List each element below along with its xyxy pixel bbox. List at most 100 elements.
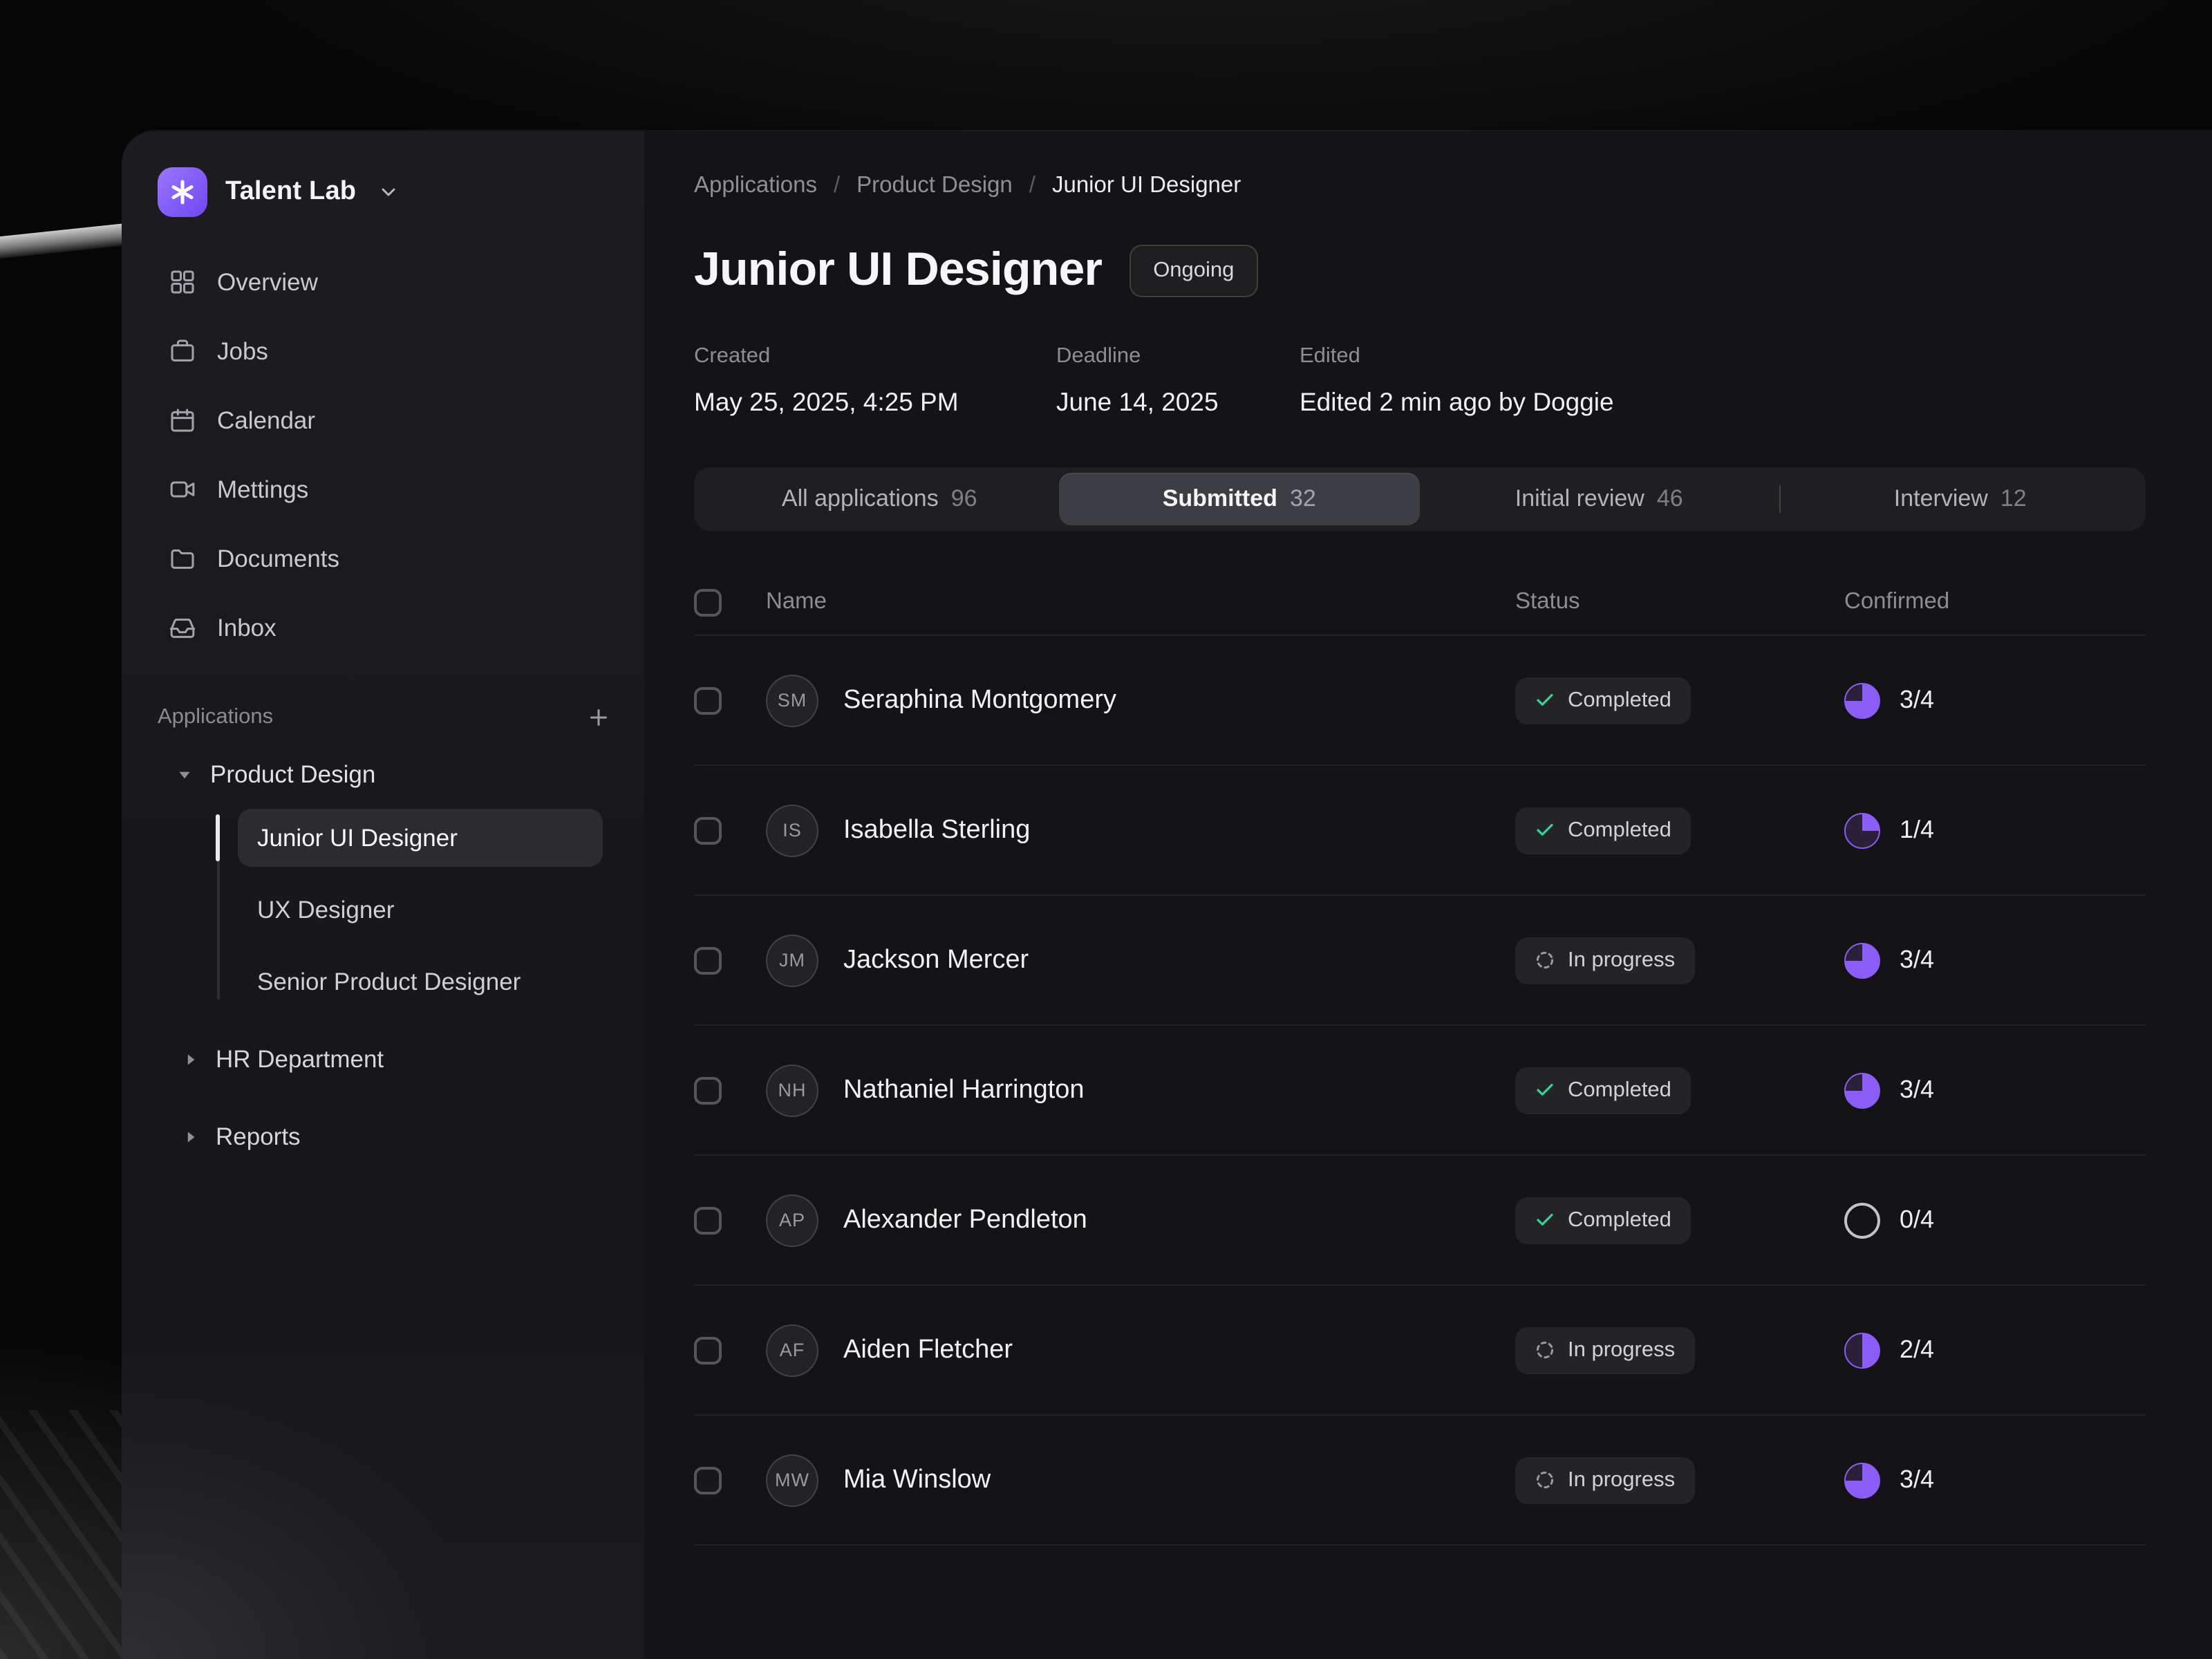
avatar: SM: [766, 674, 818, 727]
group-label: Product Design: [210, 760, 375, 789]
select-all-checkbox[interactable]: [694, 588, 722, 616]
tab-label: Initial review: [1515, 485, 1644, 513]
check-icon: [1535, 690, 1555, 711]
sidebar-item-ux-designer[interactable]: UX Designer: [238, 881, 603, 939]
status-cell: Completed: [1515, 677, 1844, 724]
confirmed-cell: 3/4: [1844, 1462, 2146, 1498]
confirmed-count: 0/4: [1900, 1206, 1934, 1235]
progress-pie-icon: [1844, 682, 1880, 718]
sidebar-group-reports[interactable]: Reports: [158, 1102, 619, 1171]
briefcase-icon: [169, 337, 196, 365]
tab-all-applications[interactable]: All applications 96: [700, 473, 1060, 525]
sidebar-item-label: Mettings: [217, 475, 308, 504]
confirmed-cell: 3/4: [1844, 942, 2146, 978]
status-cell: Completed: [1515, 807, 1844, 854]
workspace-switcher[interactable]: Talent Lab: [158, 162, 619, 223]
status-label: In progress: [1568, 948, 1675, 973]
folder-icon: [169, 545, 196, 572]
breadcrumb-product-design[interactable]: Product Design: [856, 173, 1013, 199]
sidebar-item-senior-product-designer[interactable]: Senior Product Designer: [238, 953, 603, 1011]
status-pill: Completed: [1515, 1067, 1691, 1114]
progress-pie-icon: [1844, 1332, 1880, 1368]
group-label: Reports: [216, 1122, 301, 1151]
status-label: In progress: [1568, 1338, 1675, 1362]
meta-value: June 14, 2025: [1056, 387, 1300, 418]
row-checkbox[interactable]: [694, 686, 722, 714]
sidebar-group-hr-department[interactable]: HR Department: [158, 1024, 619, 1094]
in-progress-icon: [1535, 1340, 1555, 1360]
applicant-name: Seraphina Montgomery: [843, 685, 1515, 715]
meta-value: May 25, 2025, 4:25 PM: [694, 387, 1056, 418]
row-checkbox[interactable]: [694, 816, 722, 844]
sidebar-item-jobs[interactable]: Jobs: [158, 317, 619, 386]
status-pill: Completed: [1515, 677, 1691, 724]
confirmed-cell: 3/4: [1844, 682, 2146, 718]
tab-label: Interview: [1894, 485, 1988, 513]
status-label: In progress: [1568, 1468, 1675, 1492]
add-application-button[interactable]: [586, 705, 611, 730]
status-cell: Completed: [1515, 1067, 1844, 1114]
progress-pie-icon: [1844, 1462, 1880, 1498]
table-row[interactable]: AF Aiden Fletcher In progress 2/4: [694, 1286, 2146, 1416]
breadcrumb-current: Junior UI Designer: [1052, 173, 1241, 199]
table-row[interactable]: AP Alexander Pendleton Completed 0/4: [694, 1156, 2146, 1286]
confirmed-cell: 0/4: [1844, 1202, 2146, 1238]
avatar: MW: [766, 1454, 818, 1506]
row-checkbox[interactable]: [694, 1076, 722, 1104]
sidebar-item-documents[interactable]: Documents: [158, 524, 619, 593]
row-checkbox[interactable]: [694, 1336, 722, 1364]
table-row[interactable]: MW Mia Winslow In progress 3/4: [694, 1416, 2146, 1546]
status-pill: Completed: [1515, 1197, 1691, 1244]
applicant-name: Mia Winslow: [843, 1465, 1515, 1495]
sidebar-item-label: Calendar: [217, 406, 315, 435]
row-checkbox[interactable]: [694, 1206, 722, 1234]
row-checkbox[interactable]: [694, 946, 722, 974]
confirmed-count: 3/4: [1900, 1076, 1934, 1105]
status-pill: In progress: [1515, 1327, 1694, 1374]
breadcrumb: Applications / Product Design / Junior U…: [694, 173, 2146, 199]
tab-initial-review[interactable]: Initial review 46: [1419, 473, 1779, 525]
table-row[interactable]: JM Jackson Mercer In progress 3/4: [694, 896, 2146, 1026]
caret-right-icon: [171, 1127, 207, 1145]
sidebar-item-inbox[interactable]: Inbox: [158, 593, 619, 662]
caret-right-icon: [171, 1050, 207, 1068]
row-checkbox[interactable]: [694, 1466, 722, 1494]
grid-icon: [169, 268, 196, 296]
breadcrumb-separator: /: [834, 173, 840, 199]
in-progress-icon: [1535, 1470, 1555, 1490]
sidebar-item-meetings[interactable]: Mettings: [158, 455, 619, 524]
tab-interview[interactable]: Interview 12: [1781, 473, 2141, 525]
table-row[interactable]: SM Seraphina Montgomery Completed 3/4: [694, 636, 2146, 766]
tab-count: 12: [2000, 485, 2027, 513]
table-row[interactable]: IS Isabella Sterling Completed 1/4: [694, 766, 2146, 896]
table-row[interactable]: NH Nathaniel Harrington Completed 3/4: [694, 1026, 2146, 1156]
sidebar-item-junior-ui-designer[interactable]: Junior UI Designer: [238, 809, 603, 867]
sidebar-group-product-design[interactable]: Product Design: [158, 740, 619, 809]
background-light-streak: [0, 223, 133, 259]
sidebar-item-label: Jobs: [217, 337, 268, 366]
inbox-icon: [169, 614, 196, 641]
sidebar-item-overview[interactable]: Overview: [158, 247, 619, 317]
sidebar-item-calendar[interactable]: Calendar: [158, 386, 619, 455]
status-pill: In progress: [1515, 1456, 1694, 1503]
breadcrumb-applications[interactable]: Applications: [694, 173, 817, 199]
meta-label: Created: [694, 344, 1056, 369]
status-label: Completed: [1568, 688, 1671, 713]
meta-label: Deadline: [1056, 344, 1300, 369]
breadcrumb-separator: /: [1029, 173, 1035, 199]
status-cell: In progress: [1515, 1327, 1844, 1374]
status-pill: In progress: [1515, 937, 1694, 984]
chevron-down-icon[interactable]: [377, 181, 399, 203]
section-label: Applications: [158, 705, 273, 730]
tab-submitted[interactable]: Submitted 32: [1060, 473, 1420, 525]
tab-label: All applications: [782, 485, 939, 513]
applicant-name: Isabella Sterling: [843, 815, 1515, 845]
check-icon: [1535, 1210, 1555, 1230]
avatar: NH: [766, 1064, 818, 1116]
main-content: Applications / Product Design / Junior U…: [644, 131, 2212, 1659]
tree-item-label: UX Designer: [257, 895, 394, 924]
confirmed-count: 3/4: [1900, 1465, 1934, 1494]
workspace-name: Talent Lab: [225, 177, 356, 207]
confirmed-count: 2/4: [1900, 1335, 1934, 1365]
confirmed-count: 3/4: [1900, 946, 1934, 975]
